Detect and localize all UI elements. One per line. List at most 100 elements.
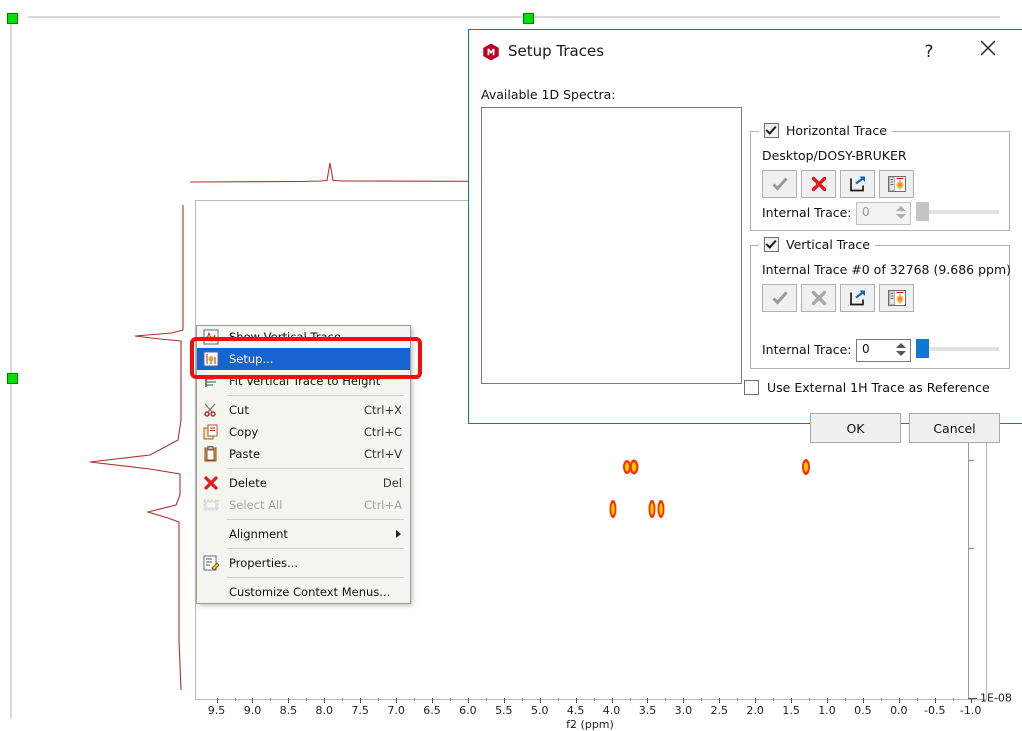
horizontal-export-trace-button[interactable]	[840, 170, 875, 198]
menu-item-customize-context-menus[interactable]: Customize Context Menus...	[197, 581, 410, 603]
slider-knob[interactable]	[916, 339, 929, 358]
horizontal-trace-checkbox[interactable]	[764, 123, 779, 138]
horizontal-trace-path: Desktop/DOSY-BRUKER	[762, 148, 907, 163]
vertical-spectra-picker-button[interactable]	[879, 284, 914, 312]
horizontal-internal-trace-value: 0	[862, 205, 870, 219]
external-reference-checkbox[interactable]	[744, 380, 759, 395]
horizontal-internal-trace-spinner[interactable]: 0	[856, 202, 911, 225]
horizontal-trace-group: Horizontal Trace Desktop/DOSY-BRUKER Int…	[750, 123, 1010, 231]
x-axis-tick-label: 8.0	[315, 704, 334, 717]
scissors-icon	[204, 403, 216, 417]
selection-handle-top-left[interactable]	[7, 13, 18, 24]
menu-item-copy[interactable]: Copy Ctrl+C	[197, 421, 410, 443]
ok-button[interactable]: OK	[810, 413, 901, 443]
horizontal-apply-check-button[interactable]	[762, 170, 797, 198]
menu-item-shortcut: Del	[382, 476, 402, 490]
selection-handle-top-center[interactable]	[523, 13, 534, 24]
x-axis-tick-label: 4.0	[602, 704, 621, 717]
x-axis-minor-tick	[557, 698, 559, 701]
menu-item-paste[interactable]: Paste Ctrl+V	[197, 443, 410, 465]
dialog-titlebar[interactable]: Setup Traces ?	[469, 30, 1022, 74]
vertical-apply-check-button[interactable]	[762, 284, 797, 312]
x-axis-tick	[432, 698, 433, 703]
menu-separator	[227, 519, 404, 520]
x-axis-tick-label: 0.0	[890, 704, 908, 717]
spectrum-list-icon	[887, 290, 906, 306]
x-axis-minor-tick	[521, 698, 523, 701]
x-axis-minor-tick	[378, 698, 380, 701]
menu-item-show-vertical-trace[interactable]: Show Vertical Trace	[197, 326, 410, 348]
x-axis-tick-label: 2.5	[710, 704, 729, 717]
x-axis-tick	[862, 698, 864, 703]
selection-handle-middle-left[interactable]	[7, 373, 18, 384]
x-axis-minor-tick	[449, 698, 451, 701]
external-reference-label: Use External 1H Trace as Reference	[767, 380, 990, 395]
x-axis-tick-label: 5.5	[495, 704, 513, 717]
x-axis-tick	[288, 698, 290, 703]
export-arrow-icon	[849, 290, 865, 306]
spinner-arrows[interactable]	[896, 340, 907, 359]
x-axis-minor-tick	[342, 698, 344, 701]
x-axis-tick	[467, 698, 469, 703]
horizontal-internal-trace-label: Internal Trace:	[762, 205, 852, 220]
export-arrow-icon	[849, 176, 865, 192]
menu-item-label: Copy	[229, 425, 259, 439]
cancel-button[interactable]: Cancel	[909, 413, 1000, 443]
x-axis-tick-label: 0.5	[854, 704, 872, 717]
vertical-trace-group-label: Vertical Trace	[786, 237, 870, 252]
select-all-icon	[203, 499, 219, 511]
check-icon	[771, 291, 788, 305]
x-axis-tick-label: 6.0	[459, 704, 477, 717]
horizontal-internal-trace-slider[interactable]	[916, 202, 999, 221]
menu-item-label: Fit Vertical Trace to Height	[229, 374, 381, 388]
x-axis-tick	[719, 698, 721, 703]
x-axis-tick-label: -0.5	[923, 704, 946, 717]
vertical-trace-group: Vertical Trace Internal Trace #0 of 3276…	[750, 237, 1011, 369]
x-axis-tick-label: 8.5	[279, 704, 298, 717]
menu-item-delete[interactable]: Delete Del	[197, 472, 410, 494]
x-axis-title: f2 (ppm)	[566, 718, 614, 731]
x-axis-minor-tick	[737, 698, 739, 701]
close-button[interactable]	[966, 38, 1010, 66]
x-axis-minor-tick	[593, 698, 595, 701]
menu-item-alignment[interactable]: Alignment	[197, 523, 410, 545]
menu-item-properties[interactable]: Properties...	[197, 552, 410, 574]
x-axis-tick-label: 9.0	[243, 704, 262, 717]
menu-item-label: Alignment	[229, 527, 288, 541]
external-reference-row[interactable]: Use External 1H Trace as Reference	[744, 380, 990, 395]
vertical-trace-checkbox[interactable]	[764, 237, 779, 252]
help-button[interactable]: ?	[912, 38, 946, 66]
x-axis-minor-tick	[880, 698, 882, 701]
horizontal-remove-cross-button[interactable]	[801, 170, 836, 198]
x-axis-tick	[647, 698, 649, 703]
vertical-export-trace-button[interactable]	[840, 284, 875, 312]
x-axis-tick	[216, 698, 218, 703]
y-axis-tick-label: 1E-08	[980, 691, 1012, 705]
available-spectra-list[interactable]	[481, 107, 742, 384]
menu-separator	[227, 577, 404, 578]
horizontal-spectra-picker-button[interactable]	[879, 170, 914, 198]
x-axis-tick-label: 2.0	[746, 704, 764, 717]
x-axis-tick	[503, 698, 505, 703]
vertical-remove-cross-button[interactable]	[801, 284, 836, 312]
slider-knob[interactable]	[916, 202, 929, 221]
x-axis-tick-label: 6.5	[423, 704, 441, 717]
fit-height-icon	[205, 375, 216, 387]
setup-icon	[203, 351, 219, 367]
menu-item-shortcut: Ctrl+V	[364, 447, 402, 461]
spinner-arrows[interactable]	[896, 203, 907, 222]
menu-item-fit-vertical-trace-to-height[interactable]: Fit Vertical Trace to Height	[197, 370, 410, 392]
vertical-internal-trace-label: Internal Trace:	[762, 342, 852, 357]
context-menu[interactable]: Show Vertical Trace Setup... Fit Vertical …	[196, 325, 411, 604]
x-axis-minor-tick	[485, 698, 487, 701]
menu-item-setup[interactable]: Setup...	[197, 348, 410, 370]
vertical-internal-trace-slider[interactable]	[916, 339, 999, 358]
setup-traces-dialog: Setup Traces ? Available 1D Spectra: Hor…	[468, 29, 1022, 443]
menu-item-cut[interactable]: Cut Ctrl+X	[197, 399, 410, 421]
menu-item-shortcut: Ctrl+C	[363, 425, 402, 439]
menu-separator	[227, 395, 404, 396]
x-axis-minor-tick	[665, 698, 667, 701]
vertical-internal-trace-spinner[interactable]: 0	[856, 339, 911, 362]
x-axis-minor-tick	[629, 698, 631, 701]
x-axis-tick	[324, 698, 326, 703]
